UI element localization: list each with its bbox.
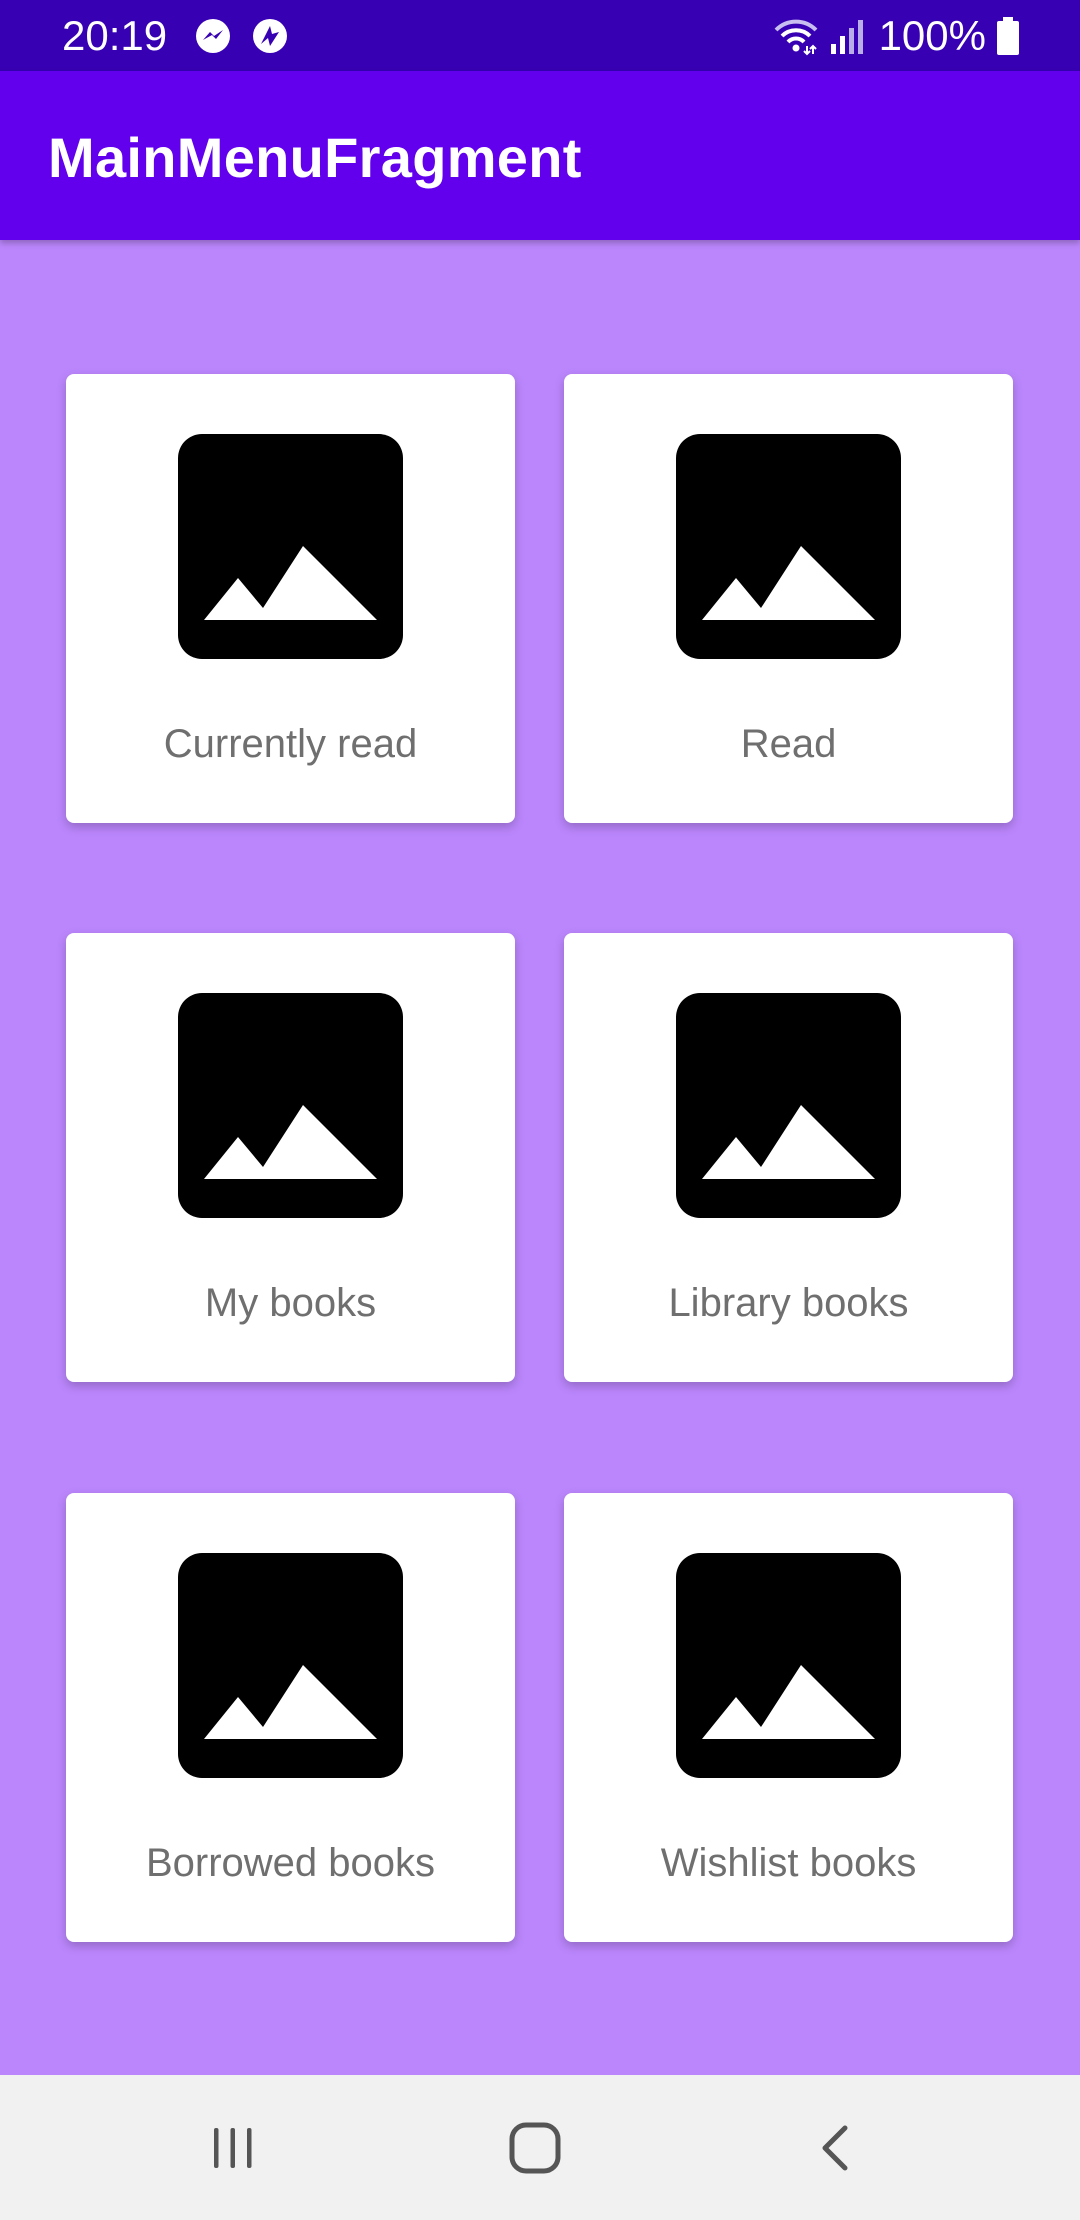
page-title: MainMenuFragment (48, 126, 582, 189)
menu-card-label: Library books (668, 1281, 909, 1325)
menu-card-label: My books (204, 1281, 377, 1325)
battery-percentage: 100% (878, 12, 986, 59)
recent-apps-icon (214, 2128, 252, 2168)
menu-card-borrowed-books[interactable]: Borrowed books (66, 1493, 515, 1942)
wifi-icon (774, 19, 818, 56)
home-icon (509, 2122, 561, 2174)
back-chevron-icon (822, 2125, 848, 2171)
messenger-icon (196, 19, 230, 53)
menu-grid: Currently read Read My books Library boo… (0, 240, 1080, 2075)
status-right-group: 100% (773, 8, 1020, 64)
menu-card-wishlist-books[interactable]: Wishlist books (564, 1493, 1013, 1942)
home-button[interactable] (500, 2113, 570, 2183)
menu-card-label: Read (740, 722, 837, 766)
menu-card-library-books[interactable]: Library books (564, 933, 1013, 1382)
image-placeholder-icon (178, 1553, 403, 1778)
system-nav-bar (0, 2075, 1080, 2220)
image-placeholder-icon (178, 434, 403, 659)
menu-card-label: Currently read (163, 722, 418, 766)
image-placeholder-icon (178, 993, 403, 1218)
status-time: 20:19 (62, 12, 168, 59)
app-bar: MainMenuFragment (0, 71, 1080, 240)
menu-card-label: Borrowed books (145, 1841, 436, 1885)
menu-card-read[interactable]: Read (564, 374, 1013, 823)
back-button[interactable] (802, 2113, 872, 2183)
battery-icon (997, 17, 1019, 55)
bolt-app-icon (253, 19, 287, 53)
menu-card-my-books[interactable]: My books (66, 933, 515, 1382)
image-placeholder-icon (676, 1553, 901, 1778)
signal-icon (830, 20, 863, 54)
menu-card-label: Wishlist books (660, 1841, 917, 1885)
menu-card-currently-read[interactable]: Currently read (66, 374, 515, 823)
status-bar: 20:19 100% (0, 0, 1080, 71)
image-placeholder-icon (676, 993, 901, 1218)
recent-apps-button[interactable] (198, 2113, 268, 2183)
image-placeholder-icon (676, 434, 901, 659)
